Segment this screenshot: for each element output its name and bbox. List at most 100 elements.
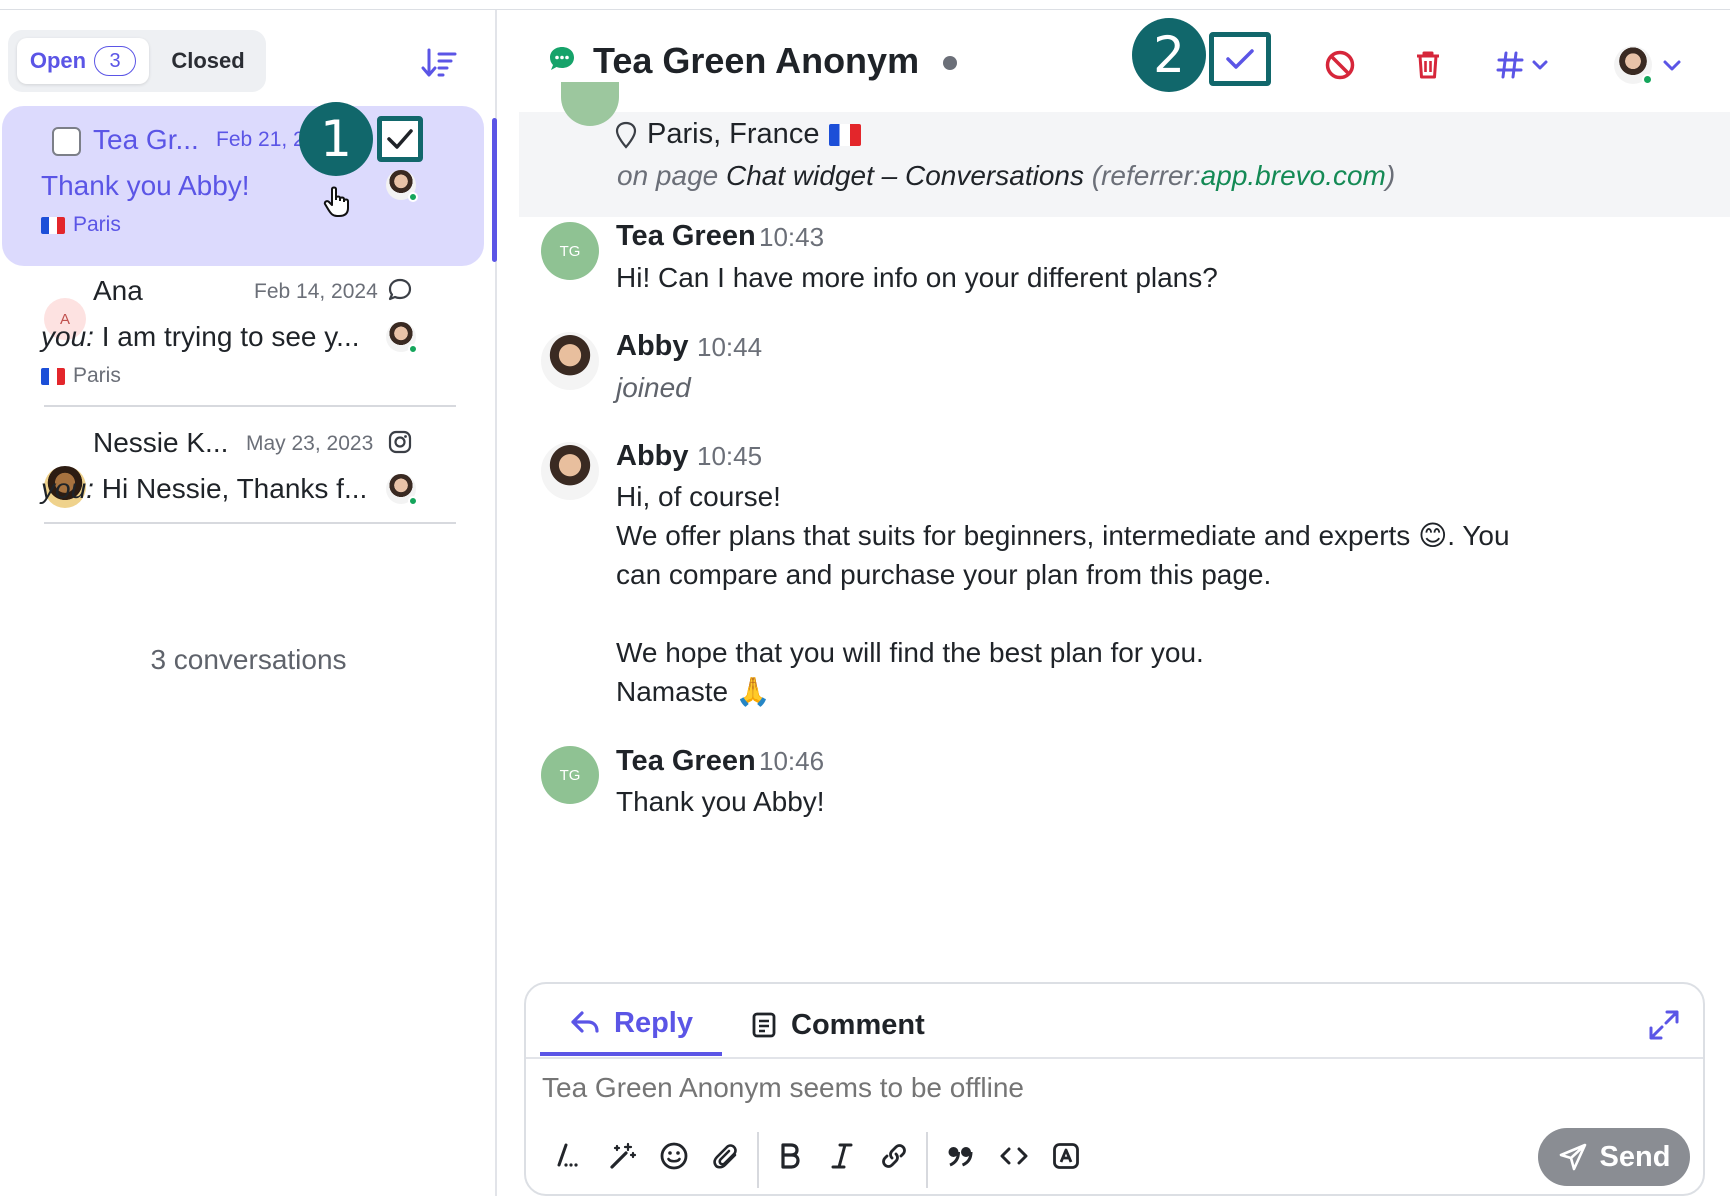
tab-comment[interactable]: Comment	[751, 994, 925, 1056]
italic-icon	[831, 1143, 853, 1169]
tab-open[interactable]: Open 3	[17, 38, 149, 84]
message-author: Tea Green	[616, 745, 756, 777]
send-button[interactable]: Send	[1538, 1128, 1690, 1186]
send-label: Send	[1599, 1140, 1671, 1173]
list-divider	[44, 405, 456, 407]
tags-dropdown[interactable]	[1492, 40, 1562, 90]
assignee-avatar	[1614, 46, 1653, 85]
agent-avatar	[541, 332, 599, 390]
visitor-location-text: Paris, France	[647, 118, 820, 150]
visitor-info-banner: Paris, France on page Chat widget – Conv…	[519, 82, 1730, 217]
reply-input[interactable]	[542, 1072, 1642, 1104]
contact-avatar: TG	[541, 746, 599, 804]
conversation-date: May 23, 2023	[246, 432, 374, 455]
agent-avatar	[541, 442, 599, 500]
bold-button[interactable]	[770, 1136, 810, 1176]
quote-button[interactable]	[940, 1136, 980, 1176]
toolbar-divider	[757, 1132, 759, 1188]
block-icon	[1325, 50, 1355, 80]
list-divider	[44, 522, 456, 524]
preview-prefix: you:	[41, 473, 94, 504]
conversation-count: 3 conversations	[150, 644, 347, 675]
toolbar-divider	[926, 1132, 928, 1188]
message-time: 10:44	[697, 332, 763, 362]
conversation-name[interactable]: Nessie K...	[93, 427, 228, 459]
assignee-dropdown[interactable]	[1609, 40, 1689, 90]
message-author: Abby	[616, 440, 689, 472]
check-icon	[1226, 49, 1254, 69]
offline-status-dot	[943, 56, 957, 70]
message-time: 10:46	[759, 746, 825, 776]
note-icon	[752, 1012, 776, 1038]
tab-reply[interactable]: Reply	[540, 994, 722, 1056]
paperclip-icon	[713, 1144, 737, 1169]
sort-icon[interactable]	[420, 44, 458, 82]
delete-button[interactable]	[1403, 40, 1453, 90]
status-filter: Open 3 Closed	[8, 30, 266, 92]
mark-resolved-row-button[interactable]	[377, 116, 423, 162]
assignee-avatar	[386, 474, 418, 506]
message-text: can compare and purchase your plan from …	[616, 559, 1272, 590]
annotation-badge-2: 2	[1132, 18, 1206, 92]
page-title: Tea Green Anonym	[593, 40, 920, 81]
annotation-badge-1: 1	[299, 102, 373, 176]
conversation-location: Paris	[41, 364, 121, 388]
conversation-date: Feb 21, 2	[216, 128, 305, 151]
message-time: 10:43	[759, 222, 825, 252]
reply-arrow-icon	[571, 1011, 599, 1033]
variable-icon	[1053, 1143, 1079, 1169]
instagram-icon	[388, 430, 412, 454]
tab-open-label: Open	[29, 48, 87, 73]
message-text: joined	[616, 372, 691, 403]
message-text: Namaste 🙏	[616, 676, 771, 707]
code-button[interactable]	[994, 1136, 1034, 1176]
quote-icon	[948, 1147, 973, 1167]
message-text: We hope that you will find the best plan…	[616, 637, 1204, 668]
message-composer: Reply Comment Tea Green Anonym seems to …	[524, 982, 1705, 1196]
preview-text: I am trying to see y...	[101, 321, 360, 352]
conversation-location: Paris	[41, 213, 121, 237]
active-indicator	[492, 118, 497, 262]
conversation-checkbox[interactable]	[52, 127, 81, 156]
smiley-icon	[660, 1142, 688, 1170]
conversation-preview: Thank you Abby!	[41, 170, 250, 201]
conversation-panel: Tea Green Anonym 2 Paris, France on page…	[499, 10, 1730, 1196]
italic-button[interactable]	[822, 1136, 862, 1176]
conversation-name[interactable]: Ana	[93, 275, 143, 307]
shortcut-tool-button[interactable]	[548, 1136, 588, 1176]
link-button[interactable]	[874, 1136, 914, 1176]
template-button[interactable]	[1046, 1136, 1086, 1176]
trash-icon	[1417, 51, 1439, 79]
conversation-preview: you: Hi Nessie, Thanks f...	[41, 473, 367, 505]
online-dot	[408, 344, 418, 354]
link-icon	[882, 1144, 906, 1168]
code-icon	[1000, 1147, 1028, 1165]
send-icon	[1559, 1143, 1586, 1171]
conversation-name: Tea Gr...	[93, 124, 199, 155]
block-button[interactable]	[1315, 40, 1365, 90]
ai-assist-button[interactable]	[602, 1136, 642, 1176]
message-time: 10:45	[697, 441, 763, 471]
conversation-preview: you: I am trying to see y...	[41, 321, 360, 353]
preview-text: Hi Nessie, Thanks f...	[101, 473, 368, 504]
visitor-page: on page Chat widget – Conversations (ref…	[617, 160, 1395, 192]
referrer-link[interactable]: app.brevo.com	[1201, 160, 1386, 191]
tab-closed[interactable]: Closed	[158, 38, 258, 84]
check-icon	[387, 129, 413, 149]
conversation-location-label: Paris	[73, 364, 121, 387]
emoji-button[interactable]	[654, 1136, 694, 1176]
france-flag-icon	[41, 216, 65, 234]
assignee-avatar	[386, 322, 418, 354]
message-author: Tea Green	[616, 220, 756, 252]
hashtag-icon	[1496, 51, 1548, 79]
expand-icon[interactable]	[1647, 1008, 1681, 1042]
france-flag-icon	[41, 367, 65, 385]
hand-cursor-icon	[323, 186, 349, 217]
attach-button[interactable]	[706, 1136, 746, 1176]
mark-resolved-button[interactable]	[1209, 32, 1271, 86]
page-name: Chat widget – Conversations	[726, 160, 1084, 191]
france-flag-icon	[829, 123, 862, 146]
online-dot	[408, 192, 418, 202]
chat-bubble-icon	[388, 278, 412, 301]
referrer-prefix: (referrer:	[1091, 160, 1201, 191]
